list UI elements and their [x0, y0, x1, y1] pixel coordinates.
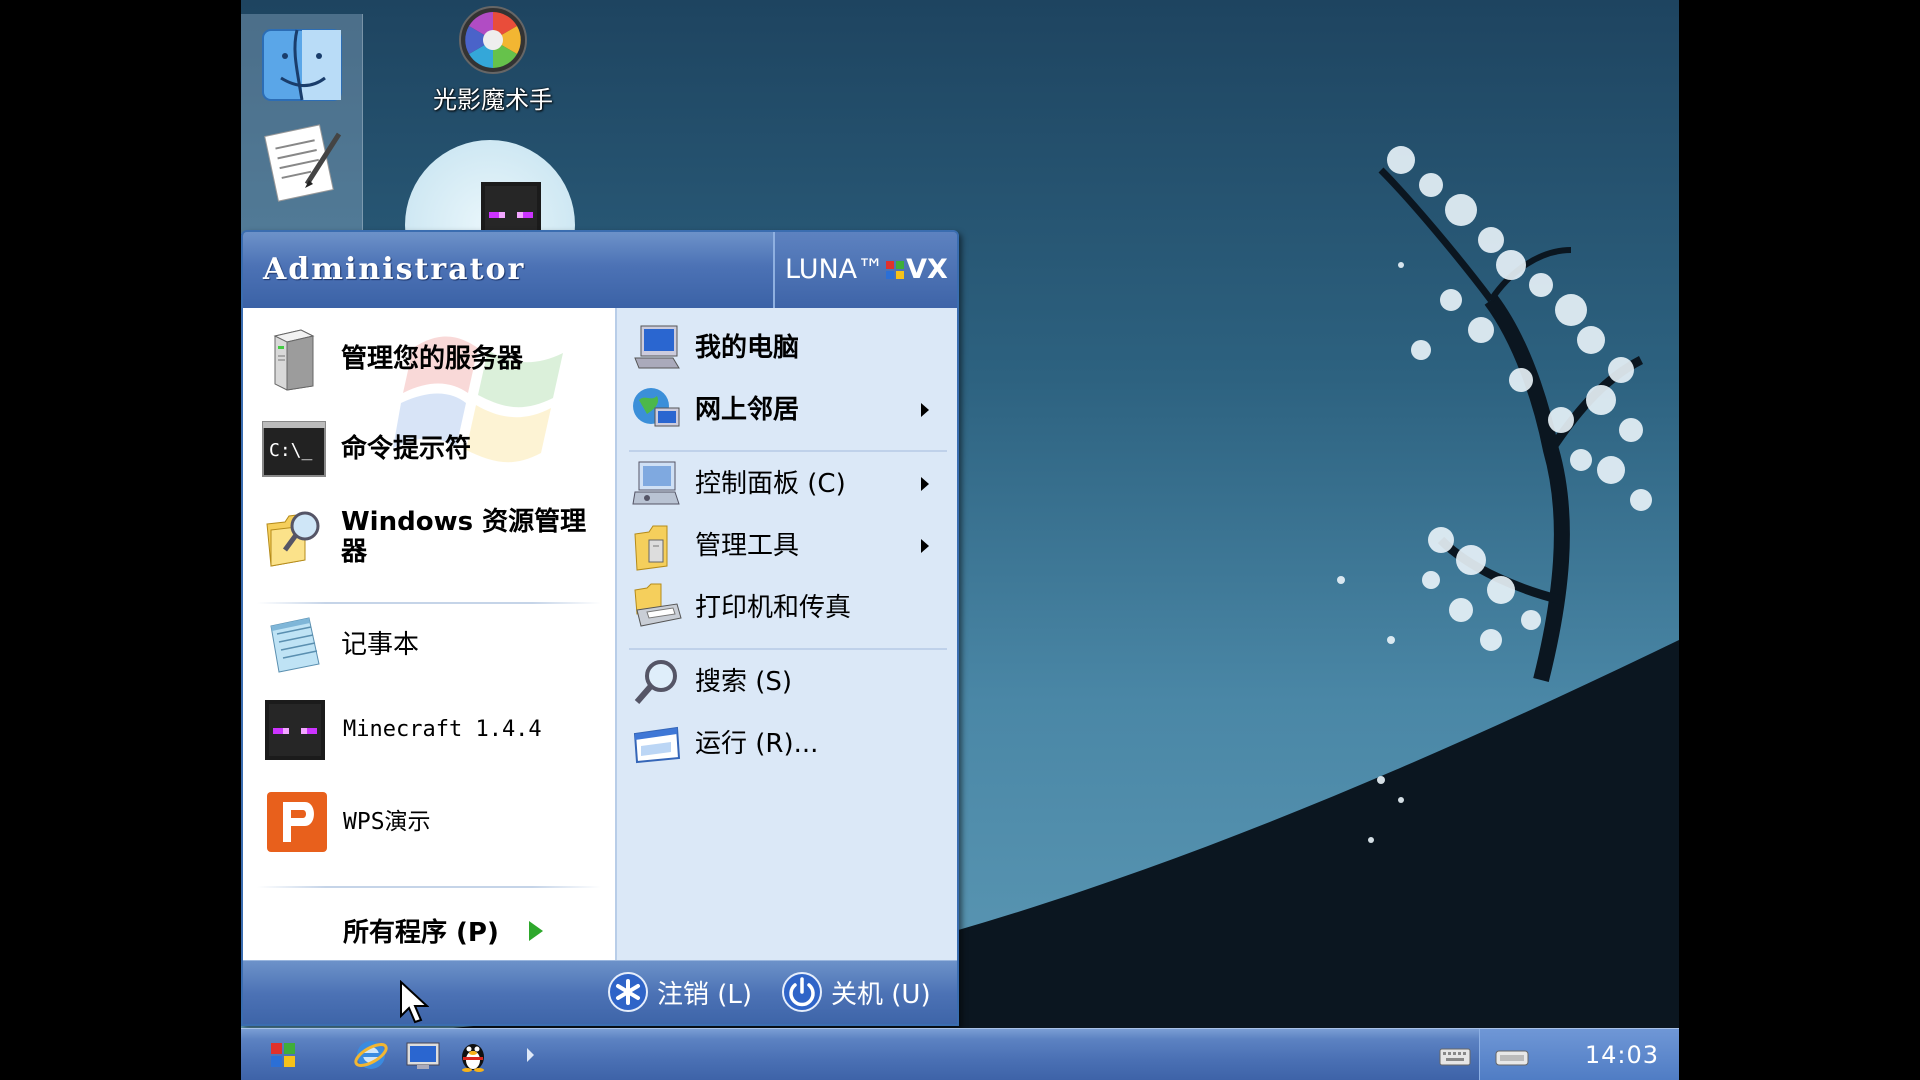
notepad-item[interactable]: 记事本 [261, 612, 419, 678]
search-item[interactable]: 搜索 (S) [631, 656, 951, 708]
separator [257, 886, 601, 888]
admin-tools-item[interactable]: 管理工具 [631, 520, 951, 572]
svg-text:C:\_: C:\_ [269, 440, 313, 461]
qq-penguin-icon[interactable] [455, 1037, 491, 1073]
desktop-icon-label: 光影魔术手 [433, 86, 553, 114]
admin-tools-label: 管理工具 [695, 531, 800, 561]
brand-logo: LUNA™ VX [773, 232, 957, 308]
windows-explorer-item[interactable]: Windows 资源管理器 [261, 504, 606, 570]
network-places-label: 网上邻居 [695, 395, 800, 425]
desktop-screen: 光影魔术手 Administrator LUNA™ VX 管理您的服务器 C:\… [241, 0, 1679, 1080]
start-menu-header: Administrator LUNA™ VX [243, 232, 957, 308]
minecraft-icon [265, 700, 325, 760]
control-panel-item[interactable]: 控制面板 (C) [631, 458, 951, 510]
minecraft-label: Minecraft 1.4.4 [343, 717, 542, 742]
my-computer-icon [634, 325, 680, 369]
start-menu: Administrator LUNA™ VX 管理您的服务器 C:\_ 命令提示… [241, 230, 959, 1026]
my-computer-label: 我的电脑 [695, 333, 800, 363]
explorer-folder-icon [266, 511, 320, 567]
windows-start-icon [271, 1043, 295, 1067]
separator [629, 648, 947, 650]
green-arrow-icon [528, 920, 543, 941]
manage-server-label: 管理您的服务器 [341, 344, 524, 374]
keyboard-icon[interactable] [1438, 1043, 1472, 1069]
printers-faxes-item[interactable]: 打印机和传真 [631, 582, 951, 634]
desktop-dock [241, 14, 363, 234]
search-icon [634, 660, 677, 704]
search-label: 搜索 (S) [695, 667, 793, 697]
windows-explorer-label: Windows 资源管理器 [341, 507, 587, 567]
submenu-arrow-icon [921, 539, 929, 553]
admin-tools-icon [634, 525, 668, 571]
my-computer-item[interactable]: 我的电脑 [631, 322, 951, 374]
all-programs-label: 所有程序 (P) [343, 918, 499, 948]
shutdown-button[interactable]: 关机 (U) [781, 971, 931, 1013]
mouse-cursor-icon [400, 980, 429, 1024]
control-panel-label: 控制面板 (C) [695, 469, 846, 499]
wps-presentation-icon [267, 792, 327, 852]
separator [257, 602, 601, 604]
clock[interactable]: 14:03 [1585, 1041, 1659, 1069]
start-menu-left-panel: 管理您的服务器 C:\_ 命令提示符 Windows 资源管理器 记事本 Min… [243, 308, 615, 960]
command-prompt-item[interactable]: C:\_ 命令提示符 [261, 416, 471, 482]
shutdown-label: 关机 (U) [831, 979, 931, 1010]
control-panel-icon [632, 461, 680, 505]
manage-server-item[interactable]: 管理您的服务器 [261, 326, 523, 392]
command-prompt-label: 命令提示符 [341, 434, 472, 464]
all-programs-button[interactable]: 所有程序 (P) [343, 912, 543, 949]
printer-icon [634, 583, 682, 627]
desktop-icon-photo-app[interactable]: 光影魔术手 [413, 4, 573, 115]
minecraft-item[interactable]: Minecraft 1.4.4 [265, 700, 542, 760]
user-name: Administrator [263, 252, 526, 287]
start-menu-footer: 注销 (L) 关机 (U) [243, 960, 957, 1024]
brand-suffix: VX [906, 254, 948, 285]
windows-flag-icon [886, 261, 905, 279]
power-icon [782, 972, 822, 1012]
notepad-icon [270, 617, 320, 673]
run-icon [633, 726, 681, 764]
usb-drive-icon[interactable] [1494, 1045, 1530, 1069]
aperture-icon [459, 6, 527, 74]
logoff-icon [608, 972, 648, 1012]
logoff-button[interactable]: 注销 (L) [607, 971, 752, 1013]
brand-prefix: LUNA™ [785, 254, 885, 285]
network-globe-icon [633, 388, 680, 427]
submenu-arrow-icon [921, 403, 929, 417]
command-prompt-icon: C:\_ [262, 421, 326, 477]
document-edit-icon[interactable] [257, 114, 347, 204]
server-icon [273, 329, 315, 391]
logoff-label: 注销 (L) [657, 979, 753, 1010]
show-desktop-icon[interactable] [405, 1037, 441, 1073]
submenu-arrow-icon [921, 477, 929, 491]
run-label: 运行 (R)... [695, 729, 819, 759]
wps-presentation-label: WPS演示 [343, 809, 431, 835]
taskbar: 14:03 [241, 1028, 1679, 1080]
wps-presentation-item[interactable]: WPS演示 [265, 790, 431, 854]
start-button[interactable] [269, 1043, 295, 1067]
network-places-item[interactable]: 网上邻居 [631, 384, 951, 436]
start-menu-right-panel: 我的电脑 网上邻居 控制面板 (C) 管理工具 打印机和传真 搜索 (S) 运行… [615, 308, 957, 960]
finder-icon[interactable] [257, 20, 347, 110]
internet-explorer-icon[interactable] [353, 1037, 389, 1073]
notepad-label: 记事本 [341, 630, 420, 660]
quick-launch-expand-icon[interactable] [527, 1048, 534, 1062]
system-tray: 14:03 [1439, 1029, 1679, 1080]
printers-faxes-label: 打印机和传真 [695, 593, 852, 623]
separator [629, 450, 947, 452]
run-item[interactable]: 运行 (R)... [631, 718, 951, 770]
